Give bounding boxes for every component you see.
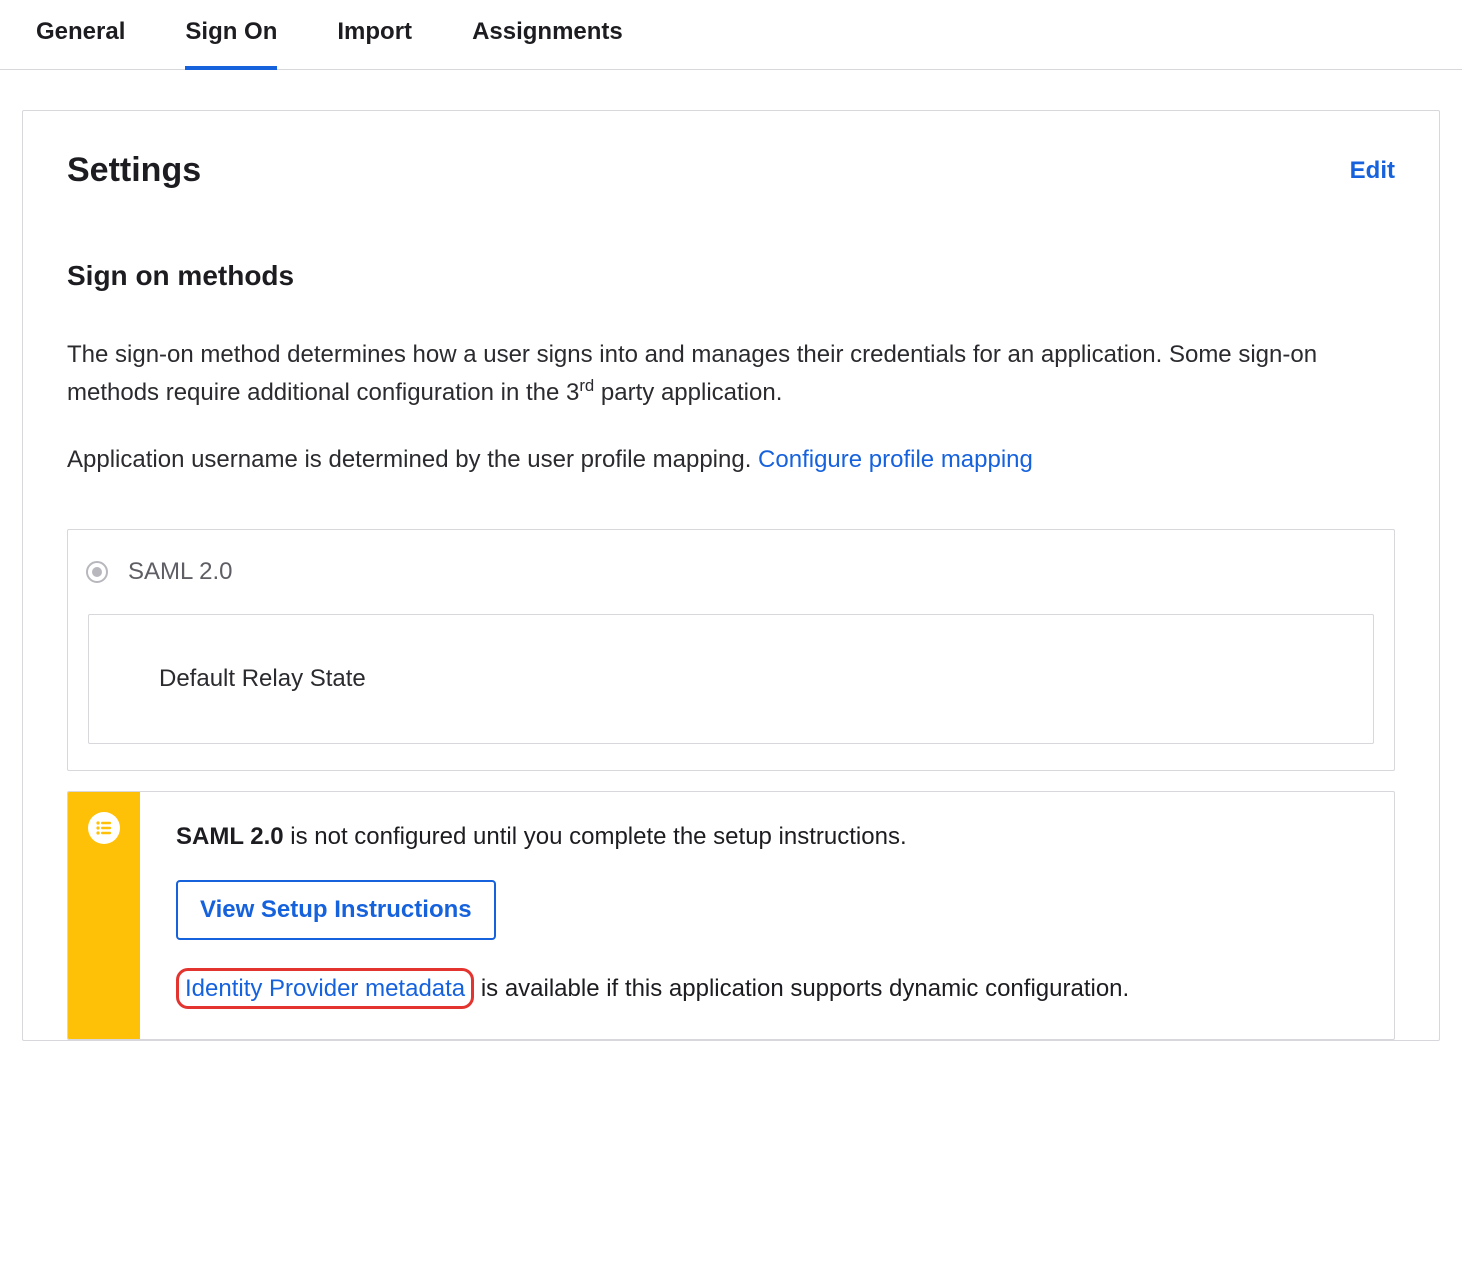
- desc-sup: rd: [579, 376, 594, 395]
- app-tabs: General Sign On Import Assignments: [0, 0, 1462, 70]
- desc-text-2: party application.: [594, 379, 782, 406]
- edit-link[interactable]: Edit: [1350, 157, 1395, 185]
- default-relay-state-label: Default Relay State: [159, 665, 366, 692]
- tab-general[interactable]: General: [36, 0, 125, 70]
- saml-radio-card: SAML 2.0 Default Relay State: [67, 529, 1395, 771]
- alert-bar: [68, 792, 140, 1040]
- panel-header: Settings Edit: [67, 151, 1395, 190]
- panel-title: Settings: [67, 151, 201, 190]
- alert-line-2: Identity Provider metadata is available …: [176, 968, 1358, 1009]
- radio-label: SAML 2.0: [128, 558, 233, 586]
- tab-assignments[interactable]: Assignments: [472, 0, 623, 70]
- alert-body: SAML 2.0 is not configured until you com…: [140, 792, 1394, 1040]
- username-description: Application username is determined by th…: [67, 441, 1395, 478]
- alert-line-1: SAML 2.0 is not configured until you com…: [176, 818, 1358, 856]
- tab-sign-on[interactable]: Sign On: [185, 0, 277, 70]
- tab-import[interactable]: Import: [337, 0, 412, 70]
- list-icon: [88, 812, 120, 844]
- section-heading: Sign on methods: [67, 260, 1395, 292]
- saml-radio-row[interactable]: SAML 2.0: [86, 558, 1376, 586]
- configure-profile-mapping-link[interactable]: Configure profile mapping: [758, 446, 1033, 473]
- settings-panel: Settings Edit Sign on methods The sign-o…: [22, 110, 1440, 1041]
- signon-description: The sign-on method determines how a user…: [67, 336, 1395, 411]
- alert-strong: SAML 2.0: [176, 823, 284, 850]
- identity-provider-metadata-link[interactable]: Identity Provider metadata: [176, 968, 474, 1009]
- desc2-prefix: Application username is determined by th…: [67, 446, 758, 473]
- alert-line1-rest: is not configured until you complete the…: [284, 823, 907, 850]
- setup-alert: SAML 2.0 is not configured until you com…: [67, 791, 1395, 1041]
- default-relay-state-box: Default Relay State: [88, 614, 1374, 744]
- view-setup-instructions-button[interactable]: View Setup Instructions: [176, 880, 496, 940]
- alert-line2-rest: is available if this application support…: [474, 975, 1129, 1002]
- radio-icon: [86, 561, 108, 583]
